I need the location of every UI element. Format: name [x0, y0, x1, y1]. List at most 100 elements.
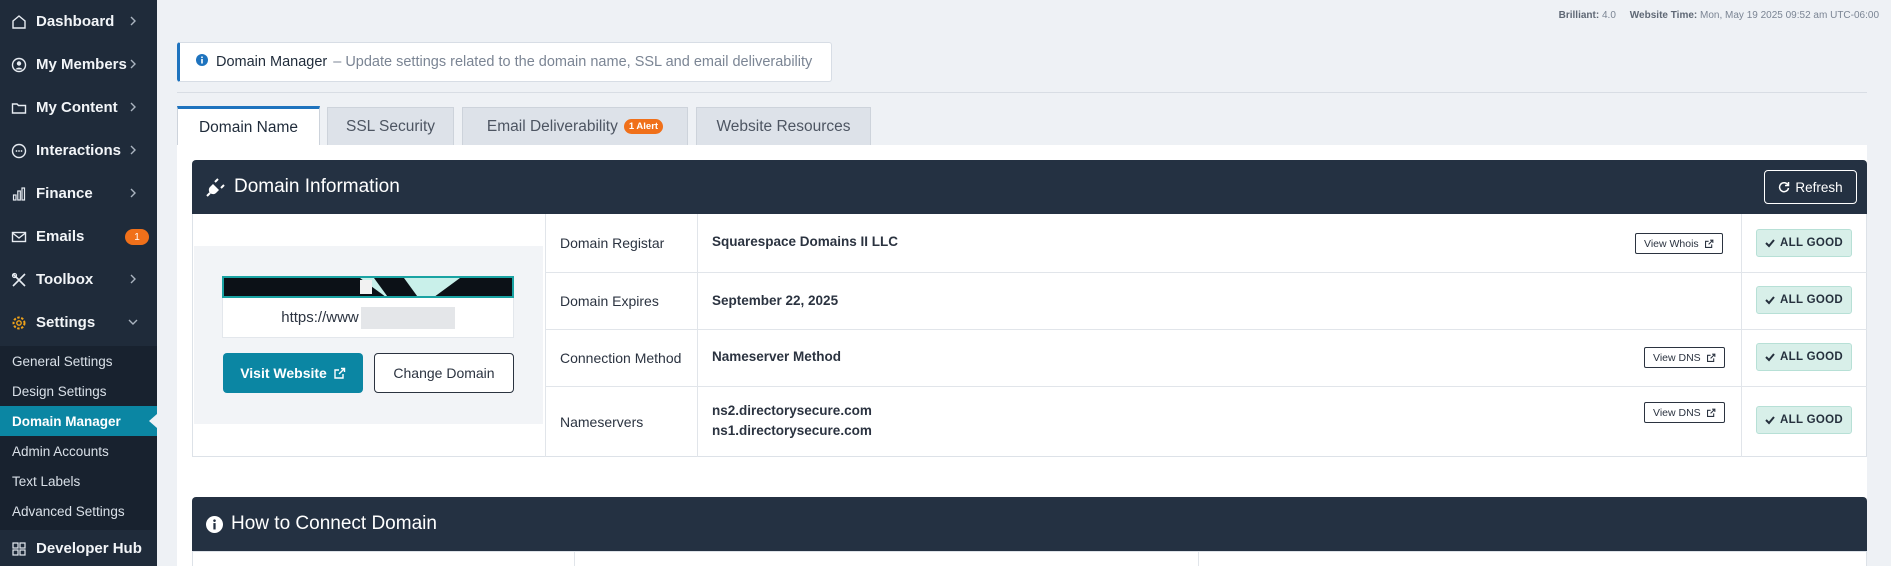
chevron-right-icon: [130, 188, 136, 198]
email-icon: [10, 228, 28, 246]
how-to-connect-header: How to Connect Domain: [192, 497, 1867, 551]
status-label: ALL GOOD: [1780, 351, 1843, 363]
alert-badge: 1 Alert: [623, 119, 664, 134]
button-label: Change Domain: [393, 365, 495, 381]
status-badge: ALL GOOD: [1756, 286, 1852, 314]
sidebar-item-label: Emails: [36, 228, 85, 245]
check-icon: [1765, 416, 1775, 425]
sidebar-item-settings[interactable]: Settings: [0, 301, 157, 344]
website-url: https://www: [222, 298, 514, 338]
view-dns-button[interactable]: View DNS: [1644, 402, 1725, 423]
submenu-admin-accounts[interactable]: Admin Accounts: [0, 436, 157, 466]
row-value-secondary: ns1.directorysecure.com: [712, 423, 872, 438]
visit-website-button[interactable]: Visit Website: [223, 353, 363, 393]
refresh-label: Refresh: [1795, 179, 1843, 195]
status-label: ALL GOOD: [1780, 414, 1843, 426]
chevron-right-icon: [130, 16, 136, 26]
check-icon: [1765, 353, 1775, 362]
row-value: Nameserver Method: [712, 349, 842, 364]
sidebar-item-interactions[interactable]: Interactions: [0, 129, 157, 172]
sidebar-item-label: Settings: [36, 314, 96, 331]
tab-domain-name[interactable]: Domain Name: [177, 106, 320, 146]
change-domain-button[interactable]: Change Domain: [374, 353, 514, 393]
status-label: ALL GOOD: [1780, 237, 1843, 249]
sidebar-item-label: Finance: [36, 185, 93, 202]
panel-title: Domain Information: [234, 176, 400, 197]
refresh-icon: [1779, 181, 1790, 193]
table-row-expires: Domain Expires September 22, 2025: [545, 272, 1867, 329]
button-label: View DNS: [1653, 351, 1701, 364]
sidebar-item-label: My Members: [36, 56, 127, 73]
external-link-icon: [1706, 353, 1716, 362]
status-label: ALL GOOD: [1780, 294, 1843, 306]
tools-icon: [10, 271, 28, 289]
sidebar-item-label: Developer Hub: [36, 540, 142, 557]
tab-website-resources[interactable]: Website Resources: [696, 107, 871, 145]
panel-title: How to Connect Domain: [231, 513, 437, 534]
chevron-right-icon: [130, 274, 136, 284]
external-link-icon: [1706, 408, 1716, 417]
folder-icon: [10, 99, 28, 117]
home-icon: [10, 13, 28, 31]
tab-label: Domain Name: [198, 118, 299, 136]
website-time-label: Website Time:: [1629, 10, 1698, 21]
submenu-text-labels[interactable]: Text Labels: [0, 466, 157, 496]
row-label: Nameservers: [560, 414, 644, 430]
external-link-icon: [334, 367, 346, 379]
sidebar-item-toolbox[interactable]: Toolbox: [0, 258, 157, 301]
email-count-badge: 1: [125, 229, 149, 245]
status-badge: ALL GOOD: [1756, 343, 1852, 371]
tab-label: Email Deliverability: [486, 117, 618, 135]
website-preview-image: [360, 278, 460, 296]
submenu-general-settings[interactable]: General Settings: [0, 346, 157, 376]
sidebar: Dashboard My Members My Content Interact…: [0, 0, 157, 566]
sidebar-item-label: Interactions: [36, 142, 122, 159]
button-label: Visit Website: [240, 365, 327, 381]
sidebar-item-label: Toolbox: [36, 271, 94, 288]
status-badge: ALL GOOD: [1756, 406, 1852, 434]
check-icon: [1765, 296, 1775, 305]
info-icon: [206, 515, 223, 533]
row-value: Squarespace Domains II LLC: [712, 234, 899, 249]
external-link-icon: [1704, 239, 1714, 248]
page-description: – Update settings related to the domain …: [333, 54, 813, 70]
brilliant-value: 4.0: [1601, 10, 1616, 21]
website-time-value: Mon, May 19 2025 09:52 am UTC-06:00: [1700, 10, 1879, 21]
chevron-right-icon: [130, 145, 136, 155]
redacted-domain: [360, 306, 455, 329]
chevron-right-icon: [130, 59, 136, 69]
view-dns-button[interactable]: View DNS: [1644, 347, 1725, 368]
check-icon: [1765, 239, 1775, 248]
submenu-design-settings[interactable]: Design Settings: [0, 376, 157, 406]
user-icon: [10, 56, 28, 74]
refresh-button[interactable]: Refresh: [1764, 170, 1857, 204]
grid-icon: [10, 540, 28, 558]
submenu-advanced-settings[interactable]: Advanced Settings: [0, 496, 157, 526]
chat-icon: [10, 142, 28, 160]
button-label: View DNS: [1653, 406, 1701, 419]
sidebar-item-finance[interactable]: Finance: [0, 172, 157, 215]
submenu-domain-manager[interactable]: Domain Manager: [0, 406, 157, 436]
column-divider: [574, 552, 575, 566]
sidebar-item-my-content[interactable]: My Content: [0, 86, 157, 129]
tab-ssl-security[interactable]: SSL Security: [327, 107, 454, 145]
sidebar-item-label: My Content: [36, 99, 118, 116]
view-whois-button[interactable]: View Whois: [1635, 233, 1723, 254]
column-divider: [1198, 552, 1199, 566]
sidebar-item-emails[interactable]: Emails 1: [0, 215, 157, 258]
divider: [177, 92, 1867, 93]
sidebar-item-developer-hub[interactable]: Developer Hub: [0, 531, 157, 566]
how-to-connect-body: [192, 551, 1867, 566]
plug-icon: [206, 177, 226, 197]
chevron-right-icon: [130, 102, 136, 112]
website-thumbnail: [222, 276, 514, 298]
tab-email-deliverability[interactable]: Email Deliverability 1 Alert: [462, 107, 688, 145]
sidebar-item-my-members[interactable]: My Members: [0, 43, 157, 86]
sidebar-item-dashboard[interactable]: Dashboard: [0, 0, 157, 43]
page-notice: Domain Manager – Update settings related…: [177, 42, 832, 82]
status-badge: ALL GOOD: [1756, 229, 1852, 257]
tab-label: Website Resources: [716, 117, 851, 135]
top-info-bar: Brilliant: 4.0 Website Time: Mon, May 19…: [1559, 10, 1879, 21]
button-label: View Whois: [1644, 237, 1699, 250]
row-label: Domain Registar: [560, 235, 665, 251]
